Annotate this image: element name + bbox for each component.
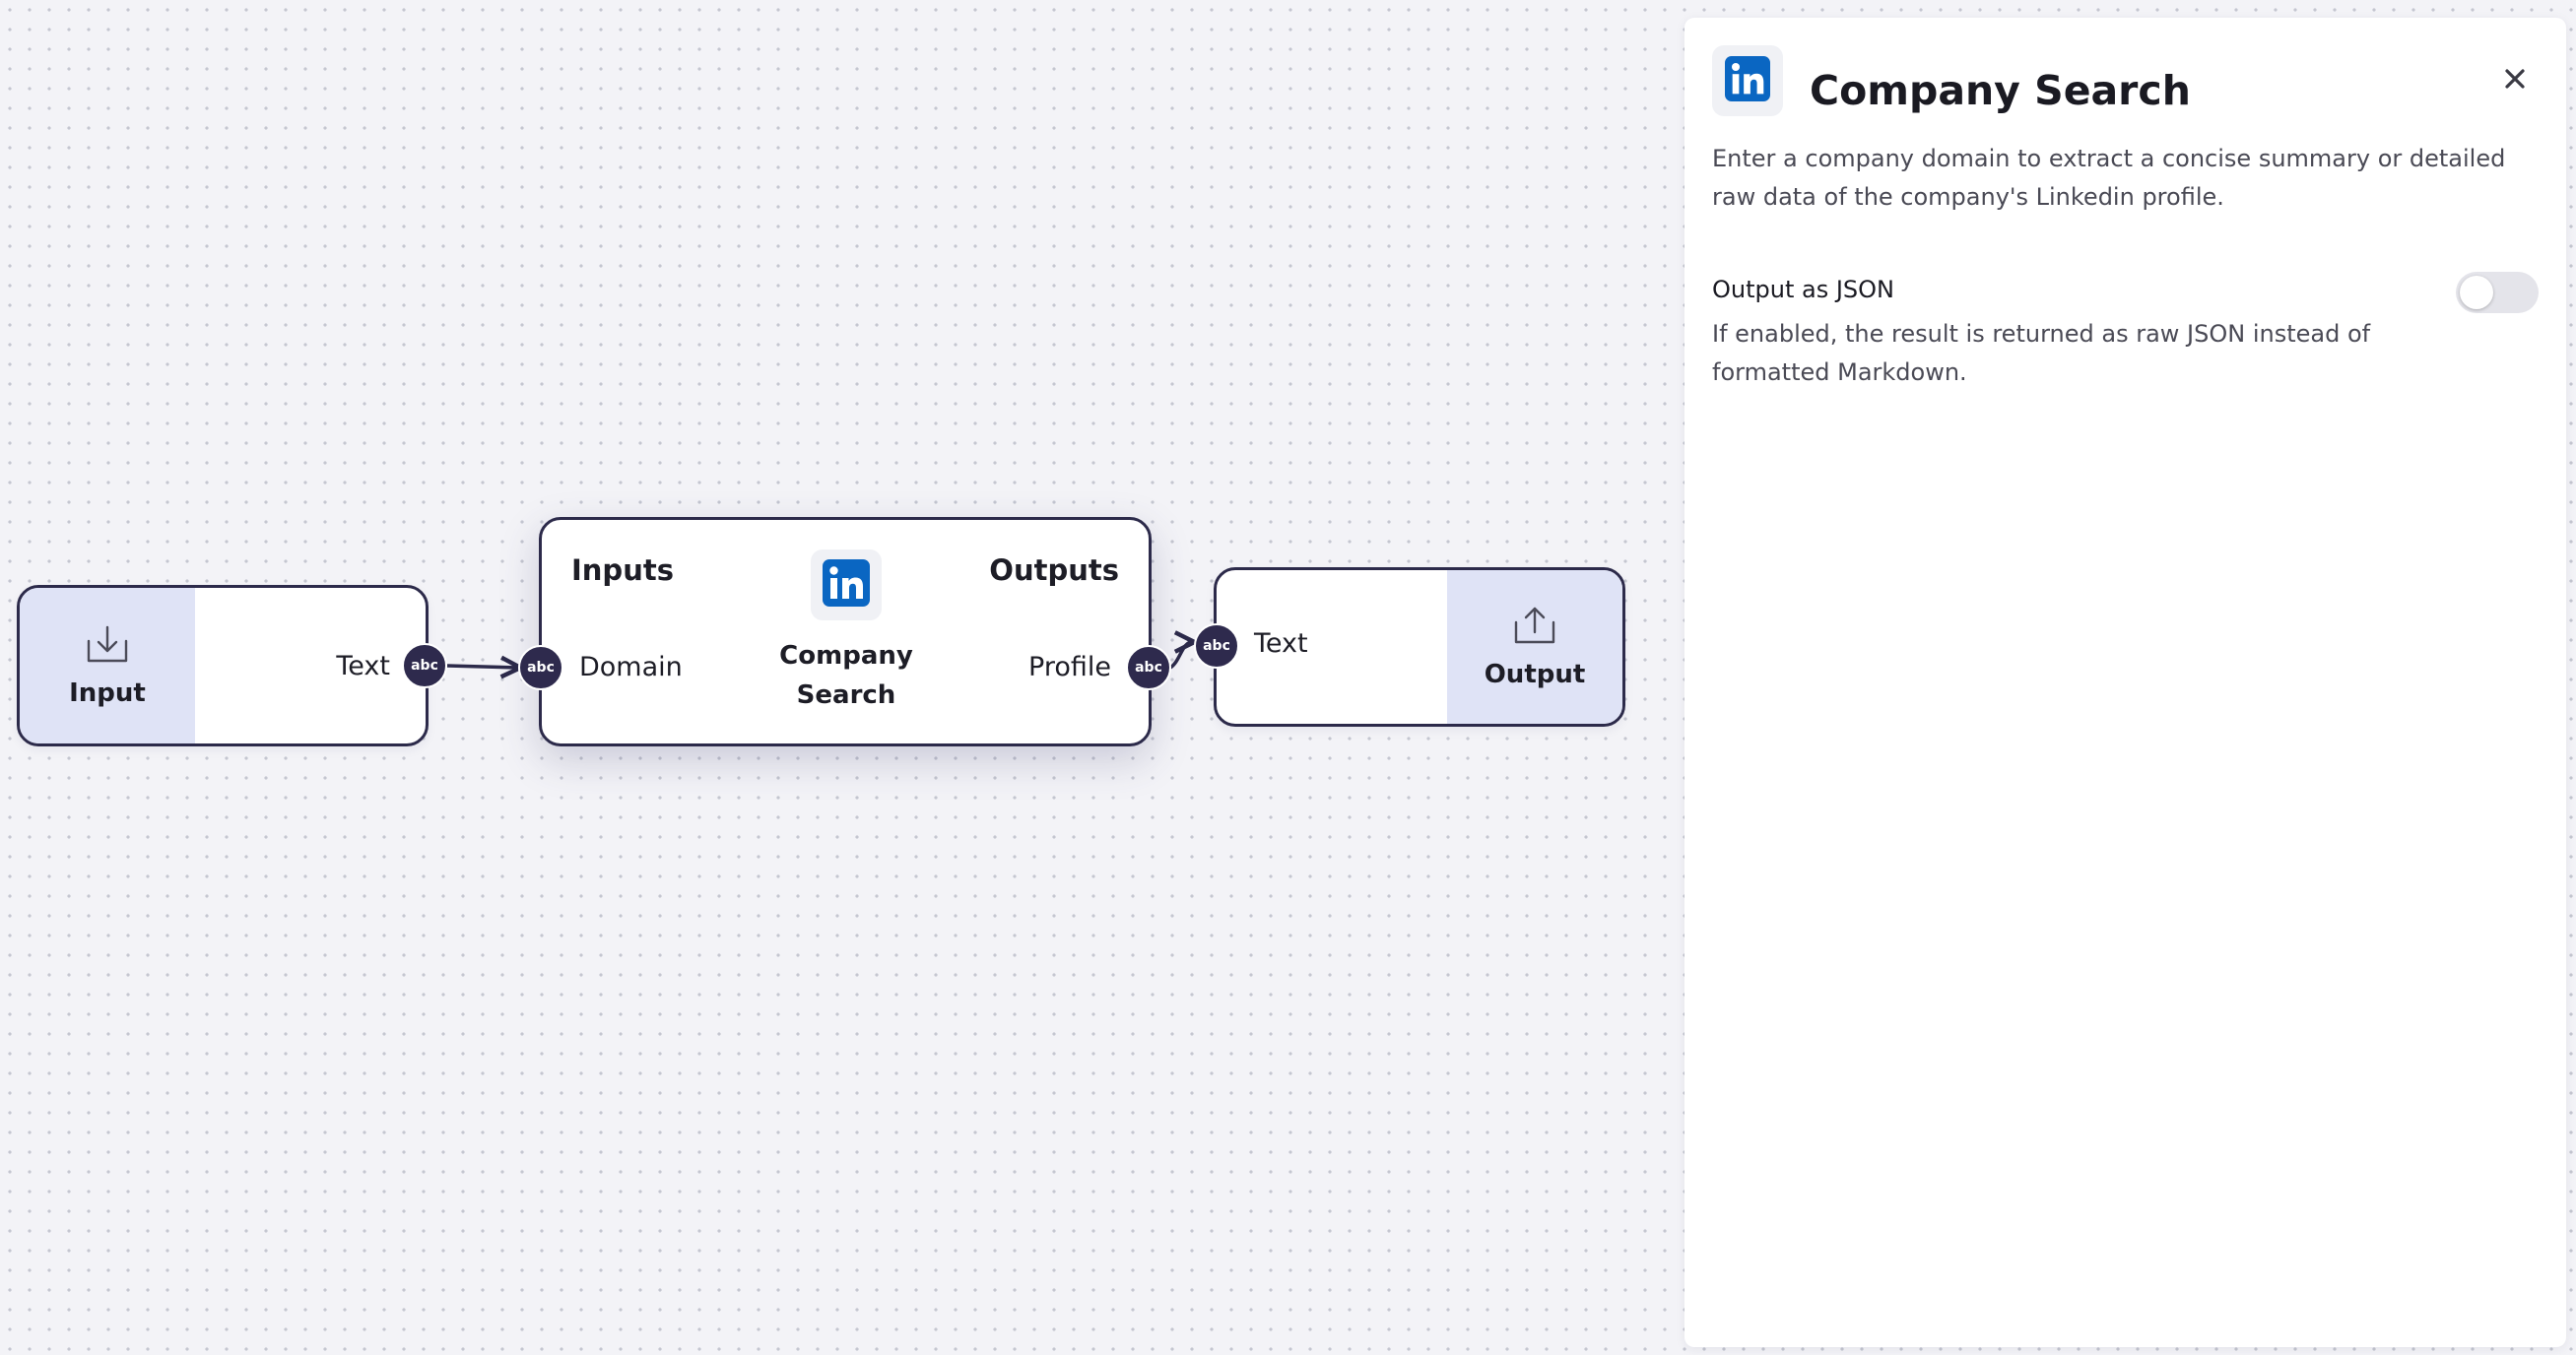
output-node-port-label: Text bbox=[1254, 628, 1308, 659]
close-button[interactable] bbox=[2493, 59, 2537, 102]
inputs-title: Inputs bbox=[571, 553, 674, 587]
output-node-label: Output bbox=[1484, 660, 1586, 689]
output-node[interactable]: Text Output bbox=[1214, 567, 1625, 727]
domain-port-label: Domain bbox=[579, 652, 683, 682]
edge-company-search-to-output bbox=[1168, 642, 1192, 670]
output-node-block: Output bbox=[1447, 570, 1622, 724]
panel-linkedin-logo-tile bbox=[1712, 45, 1783, 116]
profile-output-port[interactable]: abc bbox=[1126, 645, 1171, 690]
profile-port-label: Profile bbox=[1028, 652, 1111, 682]
close-icon bbox=[2504, 68, 2526, 94]
workflow-canvas[interactable]: Input Text Inputs Outputs Company Search… bbox=[0, 0, 1680, 1355]
upload-tray-icon bbox=[1512, 605, 1557, 650]
outputs-title: Outputs bbox=[989, 553, 1119, 587]
input-node[interactable]: Input Text bbox=[17, 585, 429, 746]
output-node-input-port[interactable]: abc bbox=[1194, 623, 1239, 669]
linkedin-icon bbox=[1725, 56, 1770, 105]
company-search-title-line2: Search bbox=[796, 680, 896, 710]
input-node-output-port[interactable]: abc bbox=[402, 643, 447, 688]
edge-input-to-company-search bbox=[446, 666, 518, 668]
download-tray-icon bbox=[85, 623, 130, 669]
linkedin-logo-tile bbox=[811, 549, 882, 620]
output-as-json-help: If enabled, the result is returned as ra… bbox=[1712, 320, 2371, 386]
input-node-block: Input bbox=[20, 588, 195, 743]
output-as-json-toggle[interactable] bbox=[2456, 272, 2539, 313]
company-search-title: Company Search bbox=[748, 636, 945, 715]
linkedin-icon bbox=[823, 559, 870, 611]
node-settings-panel: Company Search Enter a company domain to… bbox=[1684, 18, 2566, 1347]
domain-input-port[interactable]: abc bbox=[518, 645, 563, 690]
company-search-title-line1: Company bbox=[779, 641, 913, 671]
toggle-knob bbox=[2460, 276, 2493, 309]
panel-description: Enter a company domain to extract a conc… bbox=[1712, 145, 2506, 211]
panel-title: Company Search bbox=[1810, 67, 2191, 114]
company-search-node[interactable]: Inputs Outputs Company Search Domain Pro… bbox=[539, 517, 1152, 746]
output-as-json-label: Output as JSON bbox=[1712, 276, 1894, 303]
input-node-label: Input bbox=[69, 678, 146, 708]
input-node-port-label: Text bbox=[336, 651, 390, 681]
